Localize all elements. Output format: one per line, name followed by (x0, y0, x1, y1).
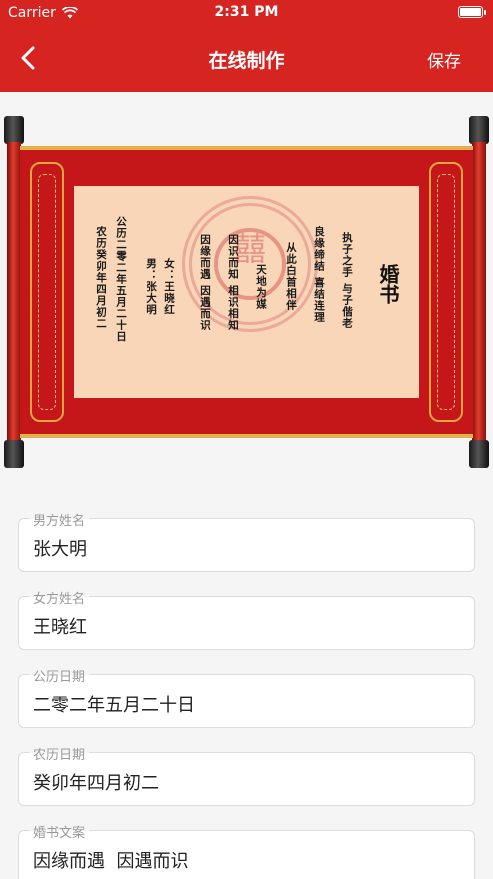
field-label: 婚书文案 (29, 822, 90, 841)
ornament-left (30, 162, 64, 422)
groom-name-input[interactable]: 张大明 (33, 535, 453, 561)
top-header: Carrier 2:31 PM 在线制作 保存 (0, 0, 493, 92)
bride-name-input[interactable]: 王晓红 (33, 613, 453, 639)
certificate-text-5: 因识而知 相识相知 (227, 234, 239, 331)
solar-date-line: 公历二零二年五月二十日 (115, 216, 127, 343)
certificate-text-6: 因缘而遇 因遇而识 (199, 234, 211, 331)
status-bar: Carrier 2:31 PM (0, 0, 493, 26)
field-label: 公历日期 (29, 666, 90, 685)
lunar-date-line: 农历癸卯年四月初二 (95, 226, 107, 330)
groom-name-field: 男方姓名 张大明 (18, 510, 475, 572)
save-button[interactable]: 保存 (427, 47, 461, 72)
navigation-bar: 在线制作 保存 (0, 36, 493, 80)
solar-date-field: 公历日期 二零二年五月二十日 (18, 666, 475, 728)
certificate-text-4: 天地为媒 (255, 264, 267, 310)
certificate-text-input[interactable]: 因缘而遇 因遇而识 (33, 847, 453, 873)
bride-line: 女：王晓红 (163, 258, 175, 316)
lunar-date-input[interactable]: 癸卯年四月初二 (33, 769, 453, 795)
certificate-form: 男方姓名 张大明 女方姓名 王晓红 公历日期 二零二年五月二十日 农历日期 癸卯… (18, 510, 475, 879)
solar-date-input[interactable]: 二零二年五月二十日 (33, 691, 453, 717)
lunar-date-field: 农历日期 癸卯年四月初二 (18, 744, 475, 806)
certificate-text-field: 婚书文案 因缘而遇 因遇而识 (18, 822, 475, 879)
status-time: 2:31 PM (214, 4, 279, 20)
field-label: 男方姓名 (29, 510, 90, 529)
battery-icon (458, 6, 486, 18)
field-label: 女方姓名 (29, 588, 90, 607)
certificate-paper: 囍 婚书 执子之手 与子偕老 良缘缔结 喜结连理 从此白首相伴 天地为媒 因识而… (74, 186, 419, 398)
groom-line: 男：张大明 (145, 258, 157, 316)
certificate-title: 婚书 (376, 264, 400, 304)
certificate-text-1: 执子之手 与子偕老 (341, 232, 353, 329)
certificate-text-2: 良缘缔结 喜结连理 (313, 226, 325, 323)
page-title: 在线制作 (208, 50, 285, 72)
bride-name-field: 女方姓名 王晓红 (18, 588, 475, 650)
ornament-right (429, 162, 463, 422)
certificate-text-3: 从此白首相伴 (285, 242, 297, 311)
field-label: 农历日期 (29, 744, 90, 763)
